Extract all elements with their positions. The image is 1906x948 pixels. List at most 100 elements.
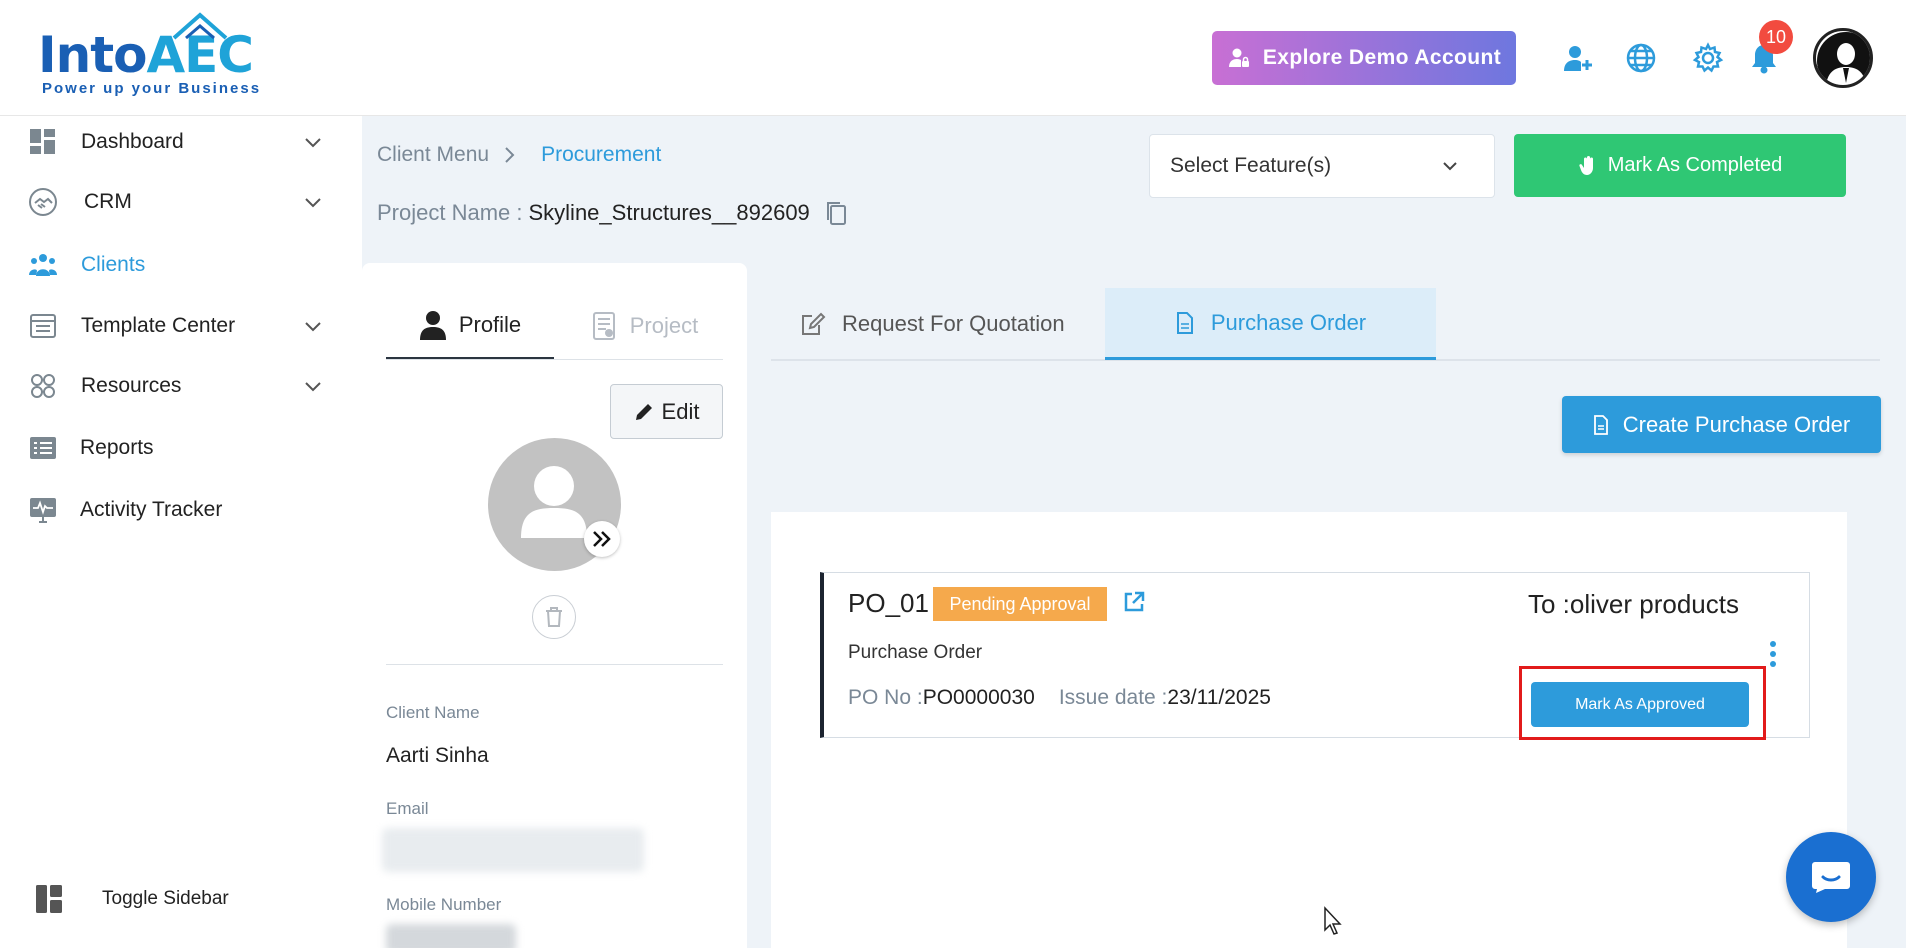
po-recipient: To :oliver products	[1528, 589, 1739, 619]
email-value-redacted	[382, 828, 644, 872]
document-icon	[1593, 414, 1608, 435]
sidebar-item-clients[interactable]: Clients	[0, 239, 362, 291]
breadcrumb: Client Menu Procurement	[377, 143, 661, 167]
sidebar-item-label: CRM	[84, 190, 132, 213]
status-badge: Pending Approval	[933, 587, 1107, 621]
chevron-down-icon	[1443, 162, 1457, 171]
delete-avatar-button[interactable]	[532, 595, 576, 639]
sidebar-item-label: Dashboard	[81, 130, 184, 153]
double-chevron-right-icon[interactable]	[584, 521, 620, 557]
po-meta: PO No :PO0000030 Issue date :23/11/2025	[848, 686, 1271, 710]
monitor-pulse-icon	[28, 495, 58, 525]
po-type: Purchase Order	[848, 642, 983, 663]
sidebar-toggle-icon	[34, 884, 64, 914]
sidebar: Dashboard CRM Clients Template Center Re…	[0, 116, 362, 948]
intoaec-logo[interactable]: IntoAEC Power up your Business	[38, 12, 278, 102]
notification-badge: 10	[1759, 20, 1793, 54]
sidebar-item-label: Reports	[80, 436, 154, 459]
template-icon	[28, 311, 58, 341]
more-options-icon[interactable]	[1770, 641, 1776, 667]
trash-icon	[546, 607, 562, 627]
profile-tabs-divider	[386, 359, 723, 360]
project-doc-icon	[592, 312, 615, 340]
po-number-label: PO No :	[848, 686, 923, 709]
chevron-down-icon	[305, 198, 321, 208]
gear-icon[interactable]	[1688, 38, 1728, 78]
sidebar-item-dashboard[interactable]: Dashboard	[0, 116, 362, 168]
logo-text-into: Into	[38, 26, 147, 84]
email-label: Email	[386, 799, 429, 818]
toggle-sidebar-button[interactable]: Toggle Sidebar	[0, 873, 362, 925]
mobile-value-redacted	[386, 924, 516, 948]
resources-icon	[28, 371, 58, 401]
profile-divider	[386, 664, 723, 665]
globe-icon[interactable]	[1621, 38, 1661, 78]
handshake-icon	[28, 187, 58, 217]
person-icon	[419, 310, 446, 340]
chevron-down-icon	[305, 322, 321, 332]
chevron-down-icon	[305, 138, 321, 148]
sidebar-item-label: Activity Tracker	[80, 498, 223, 521]
project-name-row: Project Name : Skyline_Structures__89260…	[377, 200, 848, 226]
explore-demo-button[interactable]: Explore Demo Account	[1212, 31, 1516, 85]
chat-button[interactable]	[1786, 832, 1876, 922]
tab-profile-label: Profile	[458, 311, 522, 337]
project-name-value: Skyline_Structures__892609	[528, 200, 810, 225]
hand-stamp-icon	[1579, 155, 1593, 175]
logo-tagline: Power up your Business	[42, 80, 262, 97]
user-lock-icon	[1228, 48, 1249, 67]
project-name-label: Project Name :	[377, 200, 523, 225]
create-purchase-order-button[interactable]: Create Purchase Order	[1562, 396, 1881, 453]
po-number-value: PO0000030	[922, 686, 1035, 709]
client-name-value: Aarti Sinha	[386, 744, 489, 767]
mouse-cursor	[1324, 906, 1342, 935]
sidebar-item-activity-tracker[interactable]: Activity Tracker	[0, 484, 362, 536]
dashboard-icon	[28, 127, 58, 157]
explore-demo-label: Explore Demo Account	[1262, 46, 1502, 69]
issue-date-label: Issue date :	[1058, 686, 1168, 709]
tab-project[interactable]: Project	[566, 292, 722, 360]
pencil-icon	[635, 403, 652, 420]
tab-project-label: Project	[629, 313, 699, 338]
issue-date-value: 23/11/2025	[1167, 686, 1271, 709]
toggle-sidebar-label: Toggle Sidebar	[102, 888, 229, 909]
mark-as-completed-button[interactable]: Mark As Completed	[1514, 134, 1846, 197]
sidebar-item-reports[interactable]: Reports	[0, 422, 362, 474]
external-link-icon[interactable]	[1122, 590, 1146, 619]
client-name-label: Client Name	[386, 703, 480, 722]
sidebar-item-template-center[interactable]: Template Center	[0, 300, 362, 352]
users-group-icon	[28, 250, 58, 280]
mark-as-completed-label: Mark As Completed	[1607, 154, 1783, 176]
sidebar-item-resources[interactable]: Resources	[0, 360, 362, 412]
sidebar-item-label: Clients	[81, 253, 146, 276]
tab-po-label: Purchase Order	[1210, 309, 1367, 335]
chevron-right-icon	[505, 147, 515, 163]
sidebar-item-crm[interactable]: CRM	[0, 176, 362, 228]
chat-icon	[1812, 862, 1850, 893]
top-header: IntoAEC Power up your Business Explore D…	[0, 0, 1906, 116]
tab-profile[interactable]: Profile	[386, 292, 554, 360]
create-po-label: Create Purchase Order	[1622, 411, 1851, 437]
tab-purchase-order[interactable]: Purchase Order	[1105, 288, 1436, 360]
feature-select-placeholder: Select Feature(s)	[1170, 154, 1332, 177]
breadcrumb-procurement[interactable]: Procurement	[541, 143, 661, 167]
sidebar-item-label: Template Center	[81, 314, 236, 337]
sidebar-item-label: Resources	[81, 374, 182, 397]
tab-rfq-label: Request For Quotation	[842, 311, 1065, 336]
edit-label: Edit	[661, 398, 700, 424]
po-id: PO_01	[848, 588, 929, 618]
user-avatar[interactable]	[1813, 28, 1873, 88]
add-user-icon[interactable]	[1558, 38, 1598, 78]
po-number: PO No :PO0000030	[848, 686, 1035, 710]
edit-doc-icon	[802, 312, 826, 335]
tab-request-for-quotation[interactable]: Request For Quotation	[800, 288, 1065, 360]
issue-date: Issue date :23/11/2025	[1059, 686, 1271, 710]
breadcrumb-client-menu[interactable]: Client Menu	[377, 143, 489, 167]
copy-icon[interactable]	[824, 200, 848, 226]
feature-select[interactable]: Select Feature(s)	[1149, 134, 1495, 198]
mobile-label: Mobile Number	[386, 895, 502, 914]
list-icon	[28, 433, 58, 463]
mark-as-approved-button[interactable]: Mark As Approved	[1531, 682, 1749, 727]
edit-profile-button[interactable]: Edit	[610, 384, 723, 439]
document-icon	[1176, 311, 1193, 334]
